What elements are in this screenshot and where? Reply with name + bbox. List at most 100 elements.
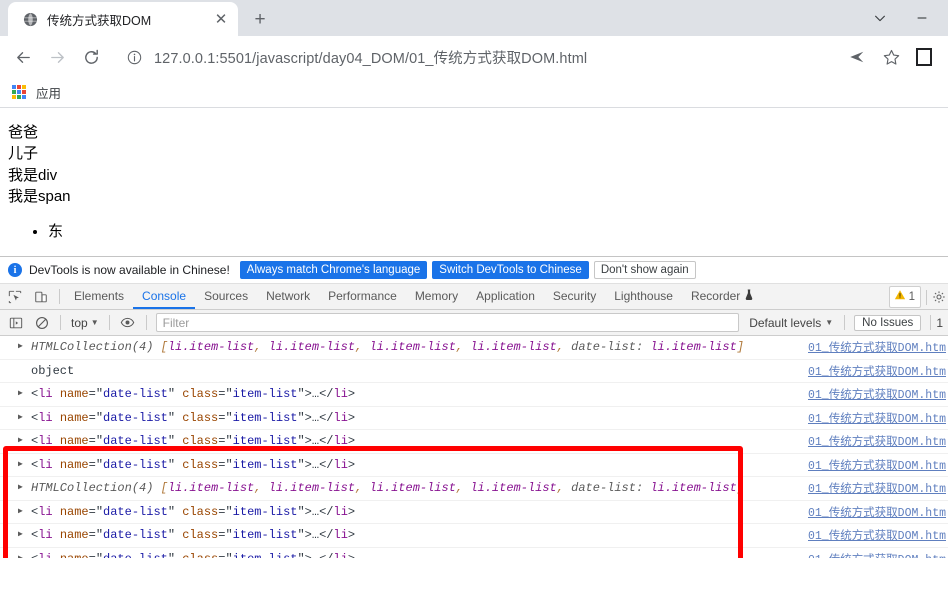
attr-name: class <box>182 410 219 425</box>
expand-arrow-icon[interactable]: ▶ <box>18 413 29 422</box>
collection-entry: li.item-list <box>470 340 557 355</box>
collection-entry: li.item-list <box>167 481 255 496</box>
source-link[interactable]: 01_传统方式获取DOM.htm <box>808 363 946 379</box>
tab-performance[interactable]: Performance <box>319 284 406 309</box>
profile-square-icon[interactable] <box>908 40 942 74</box>
dont-show-again-button[interactable]: Don't show again <box>593 261 696 279</box>
apps-grid-icon[interactable] <box>12 84 28 101</box>
reload-button[interactable] <box>74 40 108 74</box>
device-toolbar-icon[interactable] <box>28 285 54 309</box>
source-link[interactable]: 01_传统方式获取DOM.htm <box>808 480 946 496</box>
source-link[interactable]: 01_传统方式获取DOM.htm <box>808 504 946 520</box>
collection-named-value: li.item-list <box>650 481 737 496</box>
minimize-button[interactable] <box>902 3 942 33</box>
console-row-element[interactable]: ▶ <li name="date-list" class="item-list"… <box>0 407 948 430</box>
console-row-collection[interactable]: ▶ HTMLCollection(4) [li.item-list, li.it… <box>0 477 948 501</box>
bookmarks-bar: 应用 <box>0 78 948 108</box>
log-levels-select[interactable]: Default levels ▼ <box>743 316 839 330</box>
browser-tab[interactable]: 传统方式获取DOM ✕ <box>8 2 238 36</box>
console-row-element[interactable]: ▶ <li name="date-list" class="item-list"… <box>0 454 948 477</box>
collection-entry: li.item-list <box>268 481 356 496</box>
info-circle-icon[interactable] <box>124 47 144 67</box>
source-link[interactable]: 01_传统方式获取DOM.htm <box>808 386 946 402</box>
console-toolbar-overflow[interactable]: 1 <box>936 316 945 330</box>
expand-arrow-icon[interactable]: ▶ <box>18 484 29 492</box>
warning-count: 1 <box>908 291 915 303</box>
log-levels-label: Default levels <box>749 315 822 330</box>
url-text: 127.0.0.1:5501/javascript/day04_DOM/01_传… <box>154 50 588 67</box>
expand-arrow-icon[interactable]: ▶ <box>18 507 29 516</box>
tab-lighthouse[interactable]: Lighthouse <box>605 284 682 309</box>
bookmark-apps-label[interactable]: 应用 <box>36 83 61 102</box>
warning-icon <box>894 288 906 306</box>
element-tag: li <box>333 528 348 543</box>
console-row-element[interactable]: ▶ <li name="date-list" class="item-list"… <box>0 383 948 407</box>
console-toolbar: top ▼ Default levels ▼ No Issues 1 <box>0 310 948 336</box>
expand-arrow-icon[interactable]: ▶ <box>18 437 29 445</box>
expand-arrow-icon[interactable]: ▶ <box>18 390 29 398</box>
console-row-text[interactable]: object 01_传统方式获取DOM.htm <box>0 360 948 383</box>
console-row-element[interactable]: ▶ <li name="date-list" class="item-list"… <box>0 501 948 524</box>
filter-input[interactable] <box>155 313 740 332</box>
tab-application[interactable]: Application <box>467 284 544 309</box>
inspect-element-icon[interactable] <box>2 285 28 309</box>
close-icon[interactable]: ✕ <box>212 10 230 28</box>
tab-sources[interactable]: Sources <box>195 284 257 309</box>
star-icon[interactable] <box>874 40 908 74</box>
warning-count-badge[interactable]: 1 <box>888 286 921 308</box>
console-row-element[interactable]: ▶ <li name="date-list" class="item-list"… <box>0 430 948 454</box>
attr-value: item-list <box>232 504 298 519</box>
tab-recorder-label: Recorder <box>690 289 741 303</box>
send-icon[interactable] <box>840 40 874 74</box>
chevron-down-icon[interactable] <box>860 3 900 33</box>
page-text-line: 儿子 <box>8 145 39 163</box>
devtools-tabbar: Elements Console Sources Network Perform… <box>0 284 948 310</box>
page-list: 东 <box>8 221 940 242</box>
no-issues-button[interactable]: No Issues <box>854 314 922 331</box>
new-tab-button[interactable]: + <box>246 5 274 33</box>
element-tag: li <box>38 434 53 449</box>
collection-name: HTMLCollection(4) <box>31 340 154 355</box>
source-link[interactable]: 01_传统方式获取DOM.htm <box>808 410 946 426</box>
console-sidebar-icon[interactable] <box>3 311 29 335</box>
tab-console[interactable]: Console <box>133 284 195 309</box>
clear-console-icon[interactable] <box>29 311 55 335</box>
console-message-list[interactable]: ▶ HTMLCollection(4) [li.item-list, li.it… <box>0 336 948 558</box>
back-button[interactable] <box>6 40 40 74</box>
attr-value: item-list <box>232 410 298 425</box>
console-row-collection[interactable]: ▶ HTMLCollection(4) [li.item-list, li.it… <box>0 336 948 360</box>
address-bar[interactable]: 127.0.0.1:5501/javascript/day04_DOM/01_传… <box>118 42 834 72</box>
always-match-language-button[interactable]: Always match Chrome's language <box>239 261 428 279</box>
globe-icon <box>22 11 38 27</box>
expand-arrow-icon[interactable]: ▶ <box>18 460 29 469</box>
element-tag: li <box>333 434 348 449</box>
attr-value: date-list <box>103 504 168 519</box>
tab-title: 传统方式获取DOM <box>47 13 152 28</box>
collection-entry: li.item-list <box>268 340 356 355</box>
attr-value: date-list <box>103 434 168 449</box>
forward-button[interactable] <box>40 40 74 74</box>
source-link[interactable]: 01_传统方式获取DOM.htm <box>808 457 946 473</box>
gear-icon[interactable] <box>932 285 946 309</box>
eye-icon[interactable] <box>115 311 141 335</box>
console-row-element[interactable]: ▶ <li name="date-list" class="item-list"… <box>0 548 948 559</box>
attr-name: class <box>182 457 219 472</box>
source-link[interactable]: 01_传统方式获取DOM.htm <box>808 551 946 559</box>
attr-value: item-list <box>233 552 298 558</box>
tab-network[interactable]: Network <box>257 284 319 309</box>
source-link[interactable]: 01_传统方式获取DOM.htm <box>808 339 946 355</box>
console-row-element[interactable]: ▶ <li name="date-list" class="item-list"… <box>0 524 948 548</box>
source-link[interactable]: 01_传统方式获取DOM.htm <box>808 527 946 543</box>
tab-recorder[interactable]: Recorder <box>682 284 763 309</box>
execution-context-select[interactable]: top ▼ <box>66 316 104 330</box>
expand-arrow-icon[interactable]: ▶ <box>18 554 29 558</box>
tab-elements[interactable]: Elements <box>65 284 133 309</box>
page-text-line: 爸爸 <box>8 124 39 141</box>
expand-arrow-icon[interactable]: ▶ <box>18 343 29 351</box>
expand-arrow-icon[interactable]: ▶ <box>18 531 29 539</box>
attr-name: name <box>59 504 89 519</box>
switch-to-chinese-button[interactable]: Switch DevTools to Chinese <box>432 261 589 279</box>
tab-memory[interactable]: Memory <box>406 284 467 309</box>
source-link[interactable]: 01_传统方式获取DOM.htm <box>808 433 946 449</box>
tab-security[interactable]: Security <box>544 284 605 309</box>
